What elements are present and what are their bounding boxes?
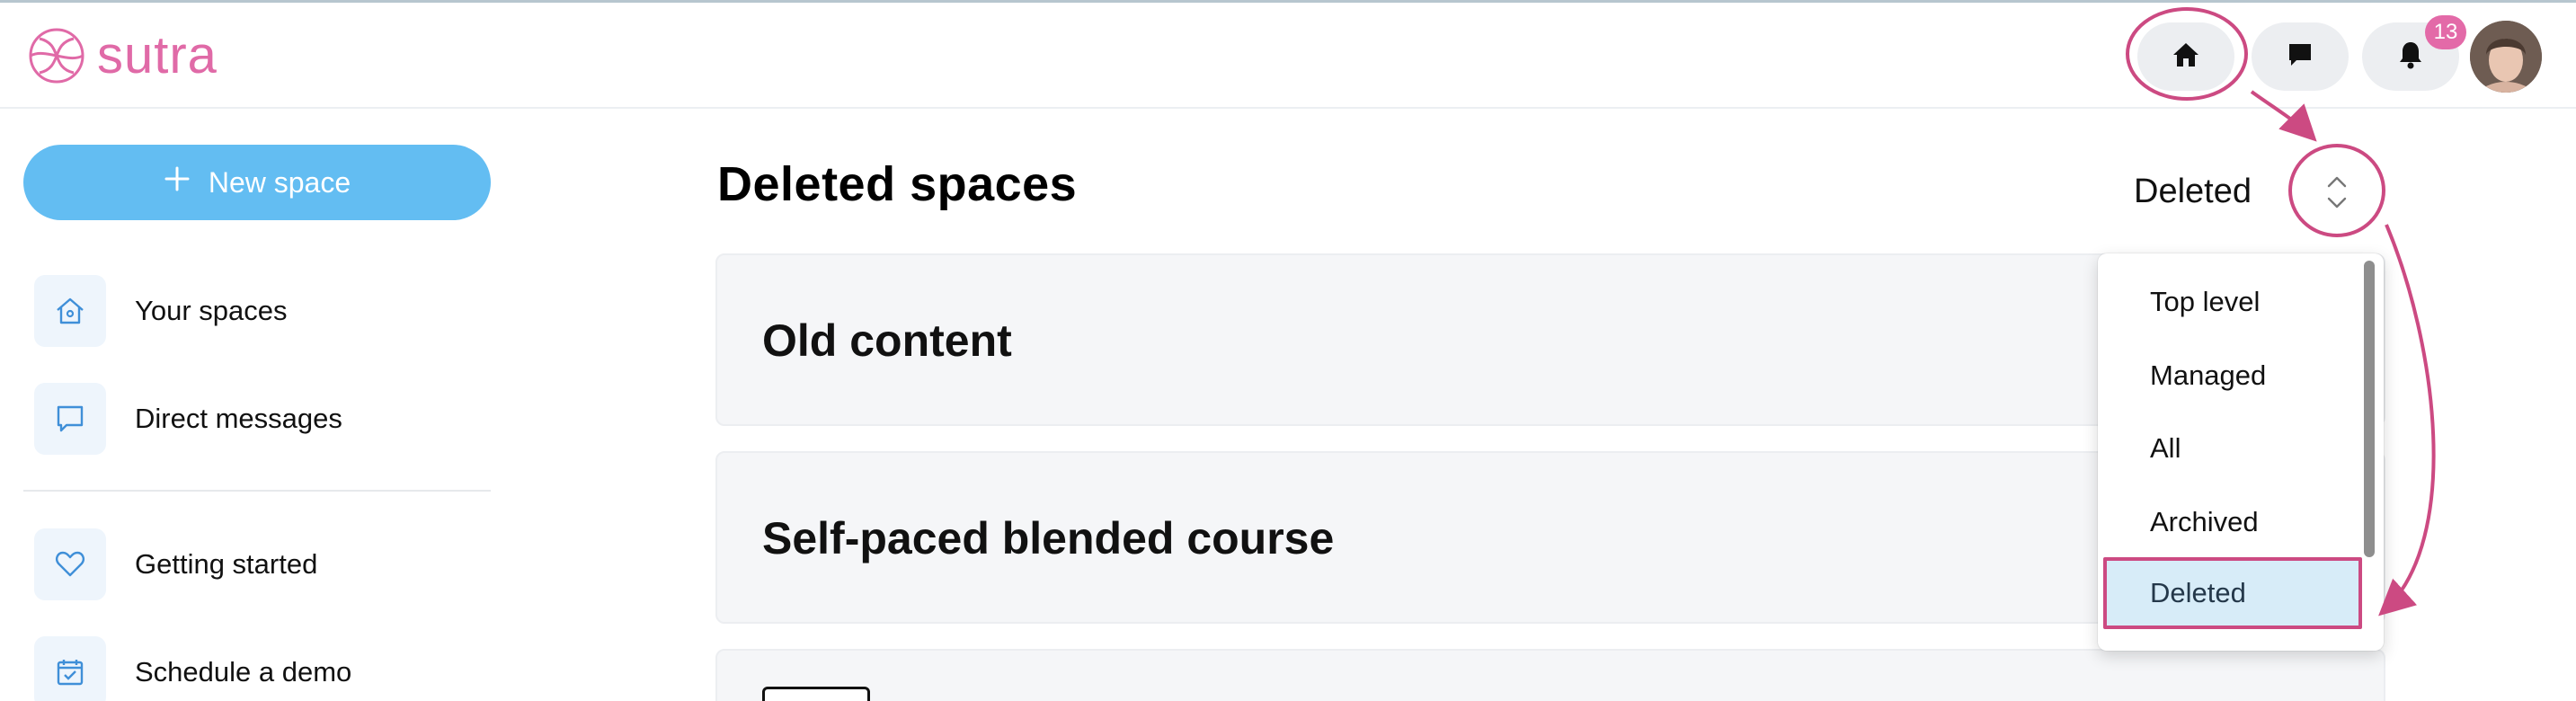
sutra-logo-icon (27, 26, 86, 90)
filter-value-label: Deleted (2134, 173, 2252, 210)
top-header: sutra 13 (0, 3, 2576, 109)
filter-dropdown-menu: Top level Managed All Archived Deleted (2098, 253, 2384, 651)
dropdown-option-archived[interactable]: Archived (2150, 506, 2259, 538)
space-card-title: Self-paced blended course (762, 513, 1335, 563)
sidebar-divider (23, 490, 491, 492)
sidebar-item-getting-started[interactable]: Getting started (34, 528, 317, 600)
sidebar-item-direct-messages[interactable]: Direct messages (34, 383, 342, 455)
annotation-arrow-to-deleted (2378, 224, 2436, 617)
dropdown-option-all[interactable]: All (2150, 432, 2181, 465)
logo[interactable]: sutra (27, 26, 218, 90)
home-button[interactable] (2137, 22, 2234, 91)
sidebar-item-label: Direct messages (135, 403, 342, 434)
page-title: Deleted spaces (717, 157, 1078, 211)
dropdown-option-label: Deleted (2150, 577, 2246, 608)
new-space-label: New space (208, 165, 351, 199)
sidebar-item-schedule-demo[interactable]: Schedule a demo (34, 636, 351, 701)
sidebar-item-label: Getting started (135, 548, 318, 580)
plus-icon (164, 165, 191, 200)
avatar[interactable] (2470, 21, 2542, 93)
dropdown-option-top-level[interactable]: Top level (2150, 286, 2260, 318)
space-card[interactable] (715, 649, 2385, 701)
message-outline-icon (34, 383, 106, 455)
new-space-button[interactable]: New space (23, 145, 491, 220)
chat-icon (2287, 41, 2314, 73)
calendar-check-icon (34, 636, 106, 701)
dropdown-option-managed[interactable]: Managed (2150, 359, 2266, 392)
logo-text: sutra (97, 25, 218, 84)
space-card-tag (762, 687, 870, 701)
space-card-title: Old content (762, 315, 1012, 366)
sidebar-item-label: Schedule a demo (135, 656, 352, 688)
home-icon (2172, 41, 2200, 73)
messages-button[interactable] (2252, 22, 2349, 91)
bell-icon (2398, 40, 2423, 74)
heart-outline-icon (34, 528, 106, 600)
sidebar-item-your-spaces[interactable]: Your spaces (34, 275, 287, 347)
dropdown-option-deleted[interactable]: Deleted (2103, 557, 2362, 629)
chevron-up-down-icon (2323, 173, 2350, 217)
sidebar-item-label: Your spaces (135, 295, 288, 326)
dropdown-scrollbar[interactable] (2364, 261, 2375, 557)
filter-select-button[interactable] (2293, 156, 2381, 232)
home-outline-icon (34, 275, 106, 347)
notification-count-badge: 13 (2425, 15, 2466, 49)
